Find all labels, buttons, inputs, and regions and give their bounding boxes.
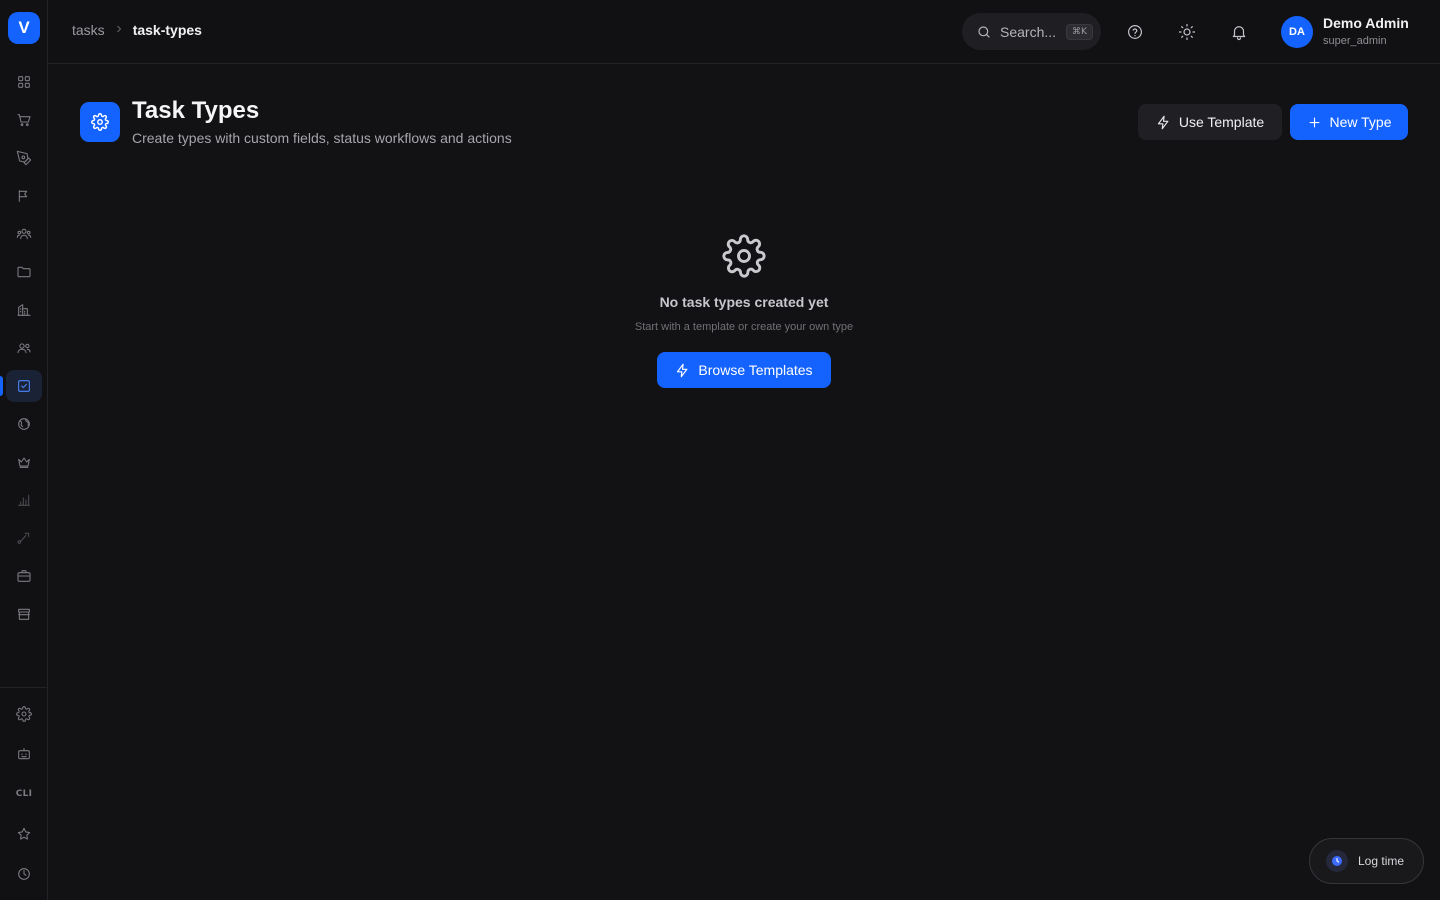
sidebar-item-store[interactable]: [6, 598, 42, 630]
timer-icon: [1326, 850, 1348, 872]
grid-icon: [18, 76, 30, 88]
sidebar-divider: [0, 687, 48, 688]
breadcrumb-task-types: task-types: [132, 22, 202, 38]
sidebar: V CLI: [0, 0, 48, 900]
sidebar-item-favorites[interactable]: [6, 818, 42, 850]
pen-tool-icon: [16, 150, 32, 166]
users-group-icon: [16, 228, 32, 240]
route-icon: [17, 532, 30, 544]
folder-icon: [17, 266, 31, 278]
search-shortcut: ⌘K: [1066, 23, 1093, 40]
search-icon: [978, 25, 990, 38]
sidebar-active-indicator: [0, 376, 3, 396]
breadcrumb-tasks[interactable]: tasks: [72, 22, 105, 38]
cart-icon: [17, 114, 31, 127]
user-role: super_admin: [1323, 35, 1387, 47]
notifications-button[interactable]: [1227, 20, 1251, 44]
top-header: tasks task-types Search... ⌘K DA Demo Ad…: [48, 0, 1440, 64]
sidebar-item-dashboard[interactable]: [6, 66, 42, 98]
avatar[interactable]: DA: [1281, 16, 1313, 48]
check-square-icon: [18, 380, 30, 392]
logo-letter: V: [18, 18, 30, 37]
page-subtitle: Create types with custom fields, status …: [132, 130, 512, 146]
settings-icon: [91, 113, 109, 131]
sidebar-item-history[interactable]: [6, 858, 42, 890]
plus-icon: [1309, 117, 1319, 127]
search-placeholder: Search...: [1000, 23, 1057, 40]
store-icon: [18, 608, 30, 620]
log-time-button[interactable]: Log time: [1309, 838, 1424, 884]
building-icon: [17, 304, 31, 316]
log-time-label: Log time: [1358, 854, 1405, 868]
page-title: Task Types: [132, 97, 260, 124]
sidebar-item-routes[interactable]: [6, 522, 42, 554]
sidebar-item-web[interactable]: [6, 408, 42, 440]
zap-icon: [677, 363, 688, 377]
star-icon: [17, 827, 31, 840]
crown-icon: [18, 457, 30, 468]
sidebar-item-teams[interactable]: [6, 218, 42, 250]
sidebar-item-contacts[interactable]: [6, 332, 42, 364]
sidebar-item-jobs[interactable]: [6, 560, 42, 592]
help-circle-icon: [1128, 25, 1142, 39]
help-button[interactable]: [1123, 20, 1147, 44]
settings-icon: [16, 706, 32, 722]
clock-icon: [18, 868, 30, 880]
sidebar-item-cli[interactable]: CLI: [6, 778, 42, 810]
search-input[interactable]: Search... ⌘K: [962, 13, 1101, 50]
sidebar-item-bot[interactable]: [6, 738, 42, 770]
sidebar-item-campaigns[interactable]: [6, 180, 42, 212]
sidebar-item-files[interactable]: [6, 256, 42, 288]
megaphone-icon: [18, 190, 28, 202]
sidebar-item-companies[interactable]: [6, 294, 42, 326]
page-icon: [80, 102, 120, 142]
use-template-label: Use Template: [1178, 114, 1265, 130]
briefcase-icon: [17, 570, 31, 582]
use-template-button[interactable]: Use Template: [1138, 104, 1282, 140]
app-logo[interactable]: V: [8, 12, 40, 44]
user-name[interactable]: Demo Admin: [1323, 15, 1409, 31]
new-type-button[interactable]: New Type: [1290, 104, 1408, 140]
sidebar-item-shop[interactable]: [6, 104, 42, 136]
sidebar-item-design[interactable]: [6, 142, 42, 174]
contacts-icon: [17, 343, 31, 354]
globe-icon: [18, 418, 30, 430]
zap-icon: [1157, 115, 1169, 129]
bar-chart-icon: [18, 494, 30, 506]
cli-icon: CLI: [15, 789, 33, 799]
sidebar-item-premium[interactable]: [6, 446, 42, 478]
browse-templates-button[interactable]: Browse Templates: [657, 352, 831, 388]
chevron-right-icon: [113, 22, 125, 38]
sidebar-item-analytics[interactable]: [6, 484, 42, 516]
browse-templates-label: Browse Templates: [698, 362, 813, 378]
empty-state-title: No task types created yet: [659, 294, 829, 310]
sun-icon: [1178, 23, 1196, 41]
empty-state-subtitle: Start with a template or create your own…: [634, 321, 854, 333]
theme-toggle-button[interactable]: [1175, 20, 1199, 44]
sidebar-item-tasks[interactable]: [6, 370, 42, 402]
bot-icon: [18, 748, 30, 760]
empty-state-gear-icon: [722, 234, 766, 278]
breadcrumb: tasks task-types: [72, 22, 202, 38]
bell-icon: [1232, 26, 1246, 41]
new-type-label: New Type: [1329, 114, 1392, 130]
sidebar-item-settings[interactable]: [6, 698, 42, 730]
